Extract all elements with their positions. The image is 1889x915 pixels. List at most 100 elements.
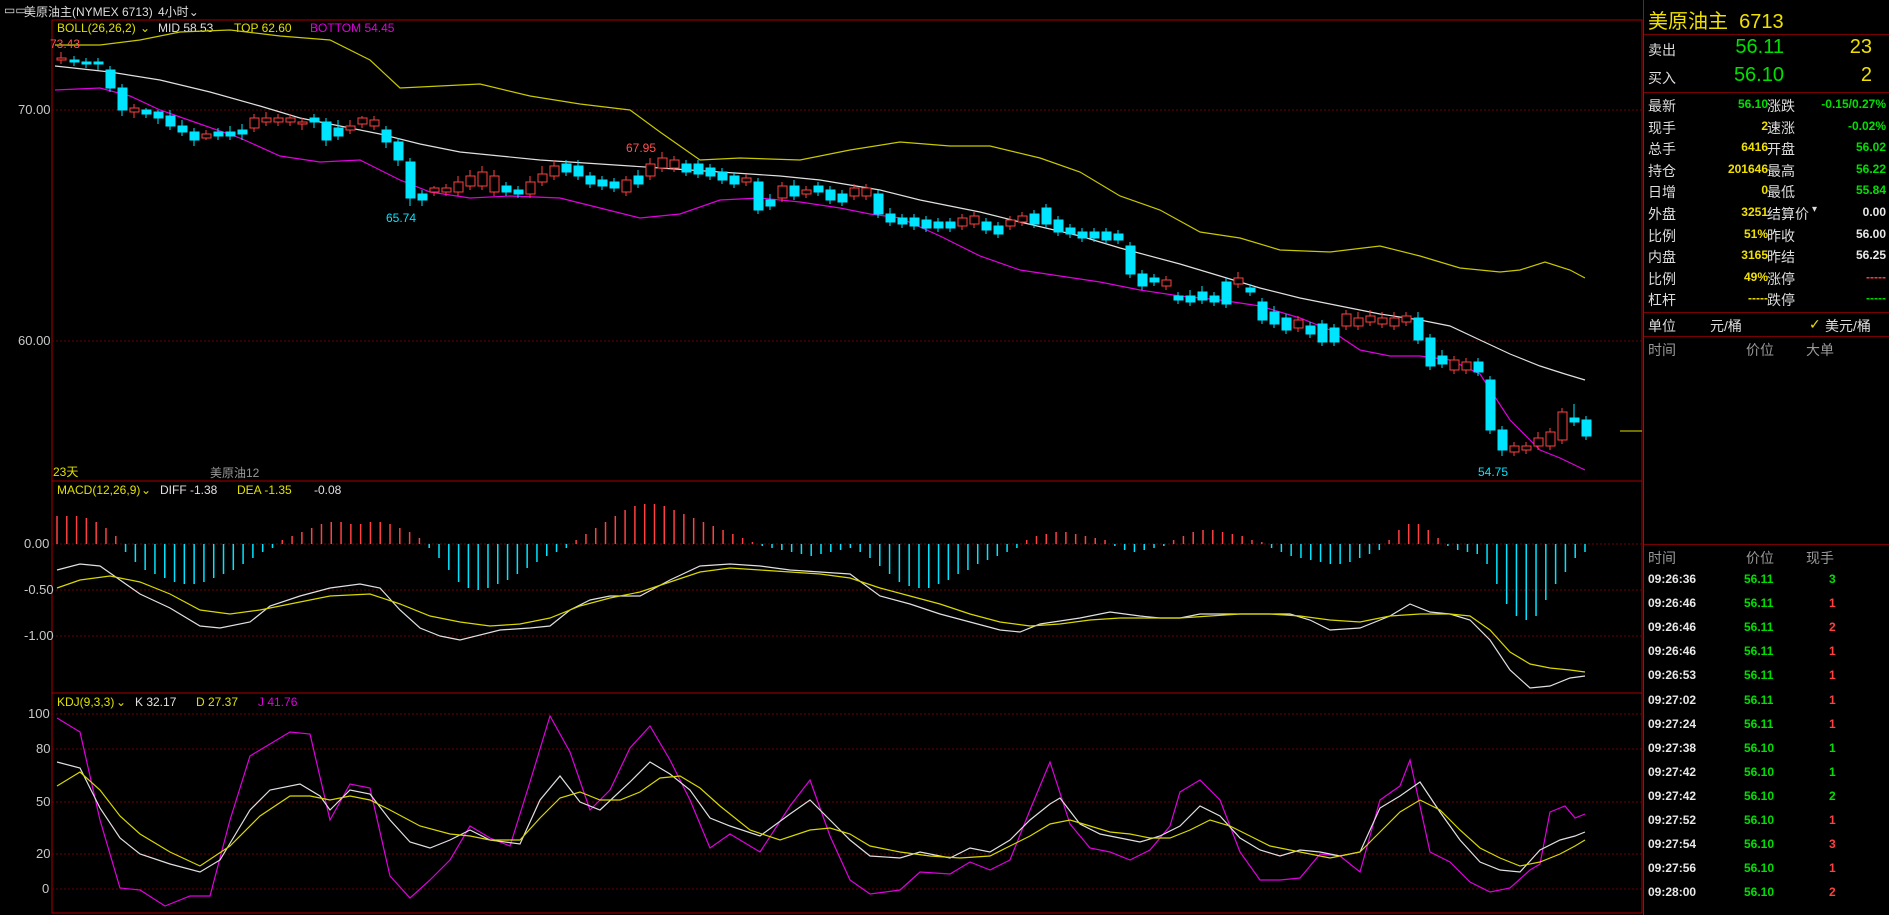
tick-row[interactable]: 09:26:46 56.11 2 [1644,616,1889,640]
stat-value: 49% [1743,269,1768,284]
stat-row: 比例 51% 昨收 56.00 [1644,224,1889,245]
candle-body [1473,361,1484,373]
tick-row[interactable]: 09:26:36 56.11 3 [1644,568,1889,592]
tick-row[interactable]: 09:27:54 56.10 3 [1644,833,1889,857]
chart-area[interactable]: 70.00 60.00 BOLL(26,26,2) ⌄ MID 58.53 TO… [0,0,1643,915]
candle-body [1521,445,1532,451]
tick-row[interactable]: 09:28:00 56.10 2 [1644,881,1889,905]
sell-row[interactable]: 卖出 56.11 23 [1644,36,1889,62]
tick-time: 09:26:53 [1648,668,1697,683]
candle-body [369,119,380,127]
kdj-j: J 41.76 [258,695,298,709]
candle-body [1413,317,1424,341]
candle-body [633,175,644,185]
price-panel-frame [51,19,1643,482]
unit-option-usd[interactable]: 美元/桶 [1825,316,1871,336]
boll-bottom: BOTTOM 54.45 [310,21,395,35]
tick-row[interactable]: 09:27:42 56.10 1 [1644,761,1889,785]
candle-body [1221,281,1232,305]
tick-row[interactable]: 09:27:52 56.10 1 [1644,809,1889,833]
buy-row[interactable]: 买入 56.10 2 [1644,64,1889,90]
macd-diff-line [56,563,1586,689]
candle-body [621,179,632,193]
chevron-down-icon[interactable]: ⌄ [141,483,151,497]
tick-volume: 3 [1829,837,1836,852]
candle-body [1089,231,1100,239]
stat-value: 55.84 [1855,183,1886,198]
boll-name[interactable]: BOLL(26,26,2) [57,21,136,35]
candle-body [1209,295,1220,303]
candle-body [585,175,596,185]
macd-name[interactable]: MACD(12,26,9) [57,483,140,497]
lo-label-1: 65.74 [386,211,416,225]
tick-row[interactable]: 09:27:42 56.10 2 [1644,785,1889,809]
stat-label: 昨收 [1767,227,1795,244]
candle-body [1077,231,1088,239]
tick-volume: 1 [1829,692,1836,707]
tick-volume: 2 [1829,788,1836,803]
kdj-k-line [56,761,1586,873]
candle-body [681,163,692,173]
macd-y-050: -0.50 [24,582,54,597]
stat-value: 3251 [1741,205,1768,219]
candle-body [705,167,716,177]
chevron-down-icon[interactable]: ⌄ [140,21,150,35]
tick-row[interactable]: 09:26:53 56.11 1 [1644,664,1889,688]
candle-body [213,131,224,137]
stat-value: 56.25 [1855,248,1886,263]
tick-row[interactable]: 09:26:46 56.11 1 [1644,640,1889,664]
tick-price: 56.10 [1744,764,1775,779]
tick-price: 56.10 [1744,740,1775,755]
boll-mid-line [54,65,1586,381]
candle-body [1113,233,1124,241]
candle-body [549,165,560,177]
candle-body [1017,215,1028,223]
candle-body [1041,207,1052,225]
candle-body [333,127,344,137]
stat-label: 现手 [1648,119,1676,136]
stat-value: 2 [1761,118,1768,133]
candle-body [1305,325,1316,335]
candle-body [525,181,536,195]
candle-body [489,175,500,193]
boll-top: TOP 62.60 [234,21,292,35]
candle-body [813,185,824,193]
candle-body [693,163,704,175]
candle-body [1197,291,1208,301]
tick-time: 09:27:38 [1648,740,1697,755]
tick-row[interactable]: 09:27:24 56.11 1 [1644,713,1889,737]
quote-code: 6713 [1739,11,1784,33]
tick-row[interactable]: 09:26:46 56.11 1 [1644,592,1889,616]
tick-row[interactable]: 09:27:02 56.11 1 [1644,689,1889,713]
candle-body [261,117,272,123]
days-label: 23天 [53,465,78,479]
tick-price: 56.10 [1744,788,1775,803]
candle-body [1137,273,1148,287]
candle-body [1329,327,1340,343]
tick-row[interactable]: 09:27:56 56.10 1 [1644,857,1889,881]
candle-body [1005,219,1016,227]
tick-volume: 1 [1829,668,1836,683]
kdj-name[interactable]: KDJ(9,3,3) [57,695,114,709]
chevron-down-icon[interactable]: ⌄ [116,695,126,709]
caret-down-icon[interactable]: ▾ [1812,204,1817,215]
tick-row[interactable]: 09:27:38 56.10 1 [1644,737,1889,761]
kdj-y-80: 80 [36,741,50,756]
stat-label: 比例 [1648,270,1676,287]
candle-body [897,217,908,225]
stat-value: 56.02 [1855,140,1886,155]
candle-body [1293,319,1304,329]
unit-option-yuan[interactable]: 元/桶 [1710,316,1742,336]
candle-body [609,181,620,189]
candle-body [849,187,860,197]
tick-time: 09:27:54 [1648,837,1697,852]
quote-panel: 美原油主 6713 卖出 56.11 23 买入 56.10 2 最新 56.10… [1643,0,1889,915]
candle-body [321,121,332,141]
candle-body [297,121,308,125]
candle-body [453,181,464,193]
candle-body [1149,277,1160,283]
kdj-y-100: 100 [28,706,50,721]
candle-body [957,217,968,227]
macd-diff: DIFF -1.38 [160,483,218,497]
kdj-d: D 27.37 [196,695,238,709]
